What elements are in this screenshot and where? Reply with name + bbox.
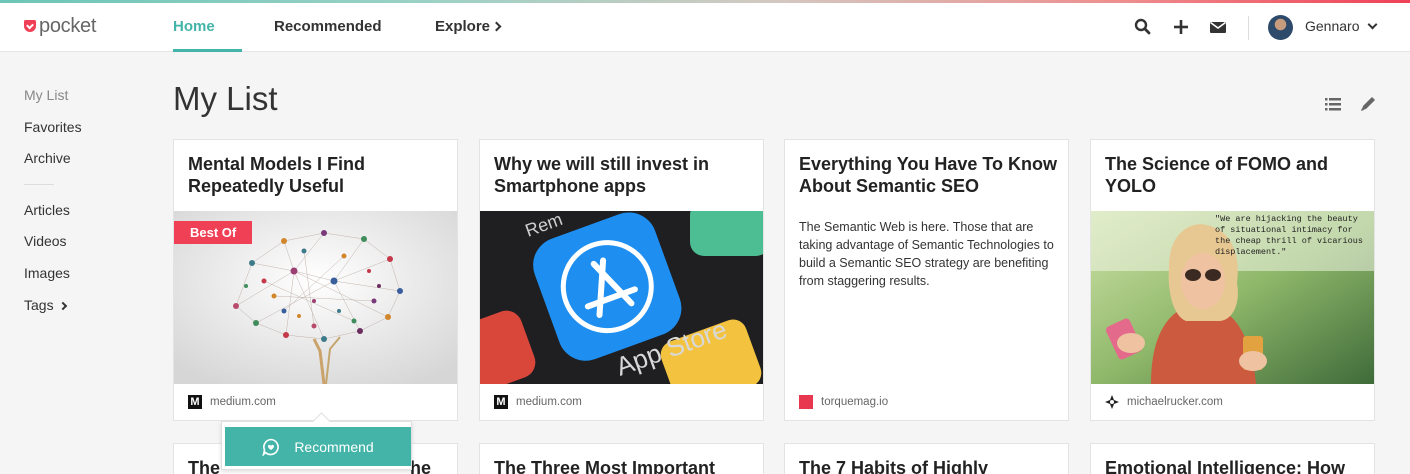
article-card[interactable]: Emotional Intelligence: How — [1090, 443, 1375, 474]
article-card[interactable]: Mental Models I Find Repeatedly Useful B… — [173, 139, 458, 421]
nav-recommended[interactable]: Recommended — [274, 18, 382, 35]
sidebar-item-tags[interactable]: Tags — [24, 297, 67, 313]
nav-active-underline — [173, 49, 242, 52]
medium-favicon: M — [188, 395, 202, 409]
search-icon[interactable] — [1133, 17, 1153, 37]
recommend-button[interactable]: Recommend — [225, 427, 411, 466]
chevron-right-icon — [58, 301, 67, 311]
pocket-logo[interactable]: pocket — [24, 13, 96, 39]
nav-explore[interactable]: Explore — [435, 18, 502, 35]
card-title[interactable]: The 7 Habits of Highly — [799, 457, 1068, 474]
article-card[interactable]: The Science of FOMO and YOLO "We are hij… — [1090, 139, 1375, 421]
card-title[interactable]: Why we will still invest in Smartphone a… — [494, 153, 754, 197]
card-domain: michaelrucker.com — [1127, 396, 1223, 408]
article-card[interactable]: The Three Most Important — [479, 443, 764, 474]
avatar[interactable] — [1268, 15, 1293, 40]
chevron-right-icon — [491, 21, 502, 32]
header-divider — [1248, 16, 1249, 40]
sidebar-item-archive[interactable]: Archive — [24, 150, 71, 166]
page-title: My List — [173, 80, 278, 117]
michaelrucker-favicon — [1105, 395, 1119, 409]
app-store-image: Rem App Store — [480, 211, 763, 384]
chevron-down-icon[interactable] — [1367, 19, 1378, 30]
fomo-photo-image: "We are hijacking the beauty of situatio… — [1091, 211, 1374, 384]
card-source: torquemag.io — [799, 395, 888, 409]
recommend-popover: Recommend — [221, 421, 412, 470]
card-domain: medium.com — [210, 396, 276, 408]
sidebar-item-images[interactable]: Images — [24, 265, 70, 281]
card-source: M medium.com — [188, 395, 276, 409]
card-image[interactable]: Best Of — [174, 211, 457, 384]
sidebar-item-videos[interactable]: Videos — [24, 233, 67, 249]
add-icon[interactable] — [1171, 17, 1191, 37]
medium-favicon: M — [494, 395, 508, 409]
inbox-icon[interactable] — [1208, 17, 1228, 37]
torquemag-favicon — [799, 395, 813, 409]
logo-text: pocket — [39, 14, 97, 37]
card-title[interactable]: The Three Most Important — [494, 457, 763, 474]
sidebar-divider — [24, 184, 54, 185]
card-source: michaelrucker.com — [1105, 395, 1223, 409]
recommend-label: Recommend — [294, 438, 374, 455]
article-card[interactable]: The 7 Habits of Highly — [784, 443, 1069, 474]
card-title[interactable]: Emotional Intelligence: How — [1105, 457, 1374, 474]
card-title[interactable]: Everything You Have To Know About Semant… — [799, 153, 1059, 197]
card-source: M medium.com — [494, 395, 582, 409]
sidebar-item-tags-label: Tags — [24, 297, 54, 313]
nav-explore-label: Explore — [435, 18, 491, 35]
card-title[interactable]: Mental Models I Find Repeatedly Useful — [188, 153, 448, 197]
card-title[interactable]: The Science of FOMO and YOLO — [1105, 153, 1365, 197]
sidebar-item-my-list[interactable]: My List — [24, 87, 68, 103]
card-domain: medium.com — [516, 396, 582, 408]
card-domain: torquemag.io — [821, 396, 889, 408]
nav-home[interactable]: Home — [173, 18, 215, 35]
card-title-end: he — [410, 458, 432, 474]
card-excerpt: The Semantic Web is here. Those that are… — [799, 220, 1054, 288]
article-card[interactable]: Why we will still invest in Smartphone a… — [479, 139, 764, 421]
card-image[interactable]: "We are hijacking the beauty of situatio… — [1091, 211, 1374, 384]
article-card[interactable]: Everything You Have To Know About Semant… — [784, 139, 1069, 421]
recommend-heart-icon — [262, 438, 280, 456]
best-of-badge: Best Of — [174, 221, 253, 244]
user-name[interactable]: Gennaro — [1305, 18, 1359, 34]
pocket-logo-icon — [24, 20, 36, 32]
sidebar-item-favorites[interactable]: Favorites — [24, 119, 82, 135]
edit-pencil-icon[interactable] — [1359, 95, 1377, 113]
card-image[interactable]: Rem App Store — [480, 211, 763, 384]
list-view-icon[interactable] — [1324, 95, 1342, 113]
top-navbar: pocket Home Recommended Explore Gennaro — [0, 3, 1410, 52]
card-title-start: The — [188, 458, 221, 474]
sidebar-item-articles[interactable]: Articles — [24, 202, 70, 218]
